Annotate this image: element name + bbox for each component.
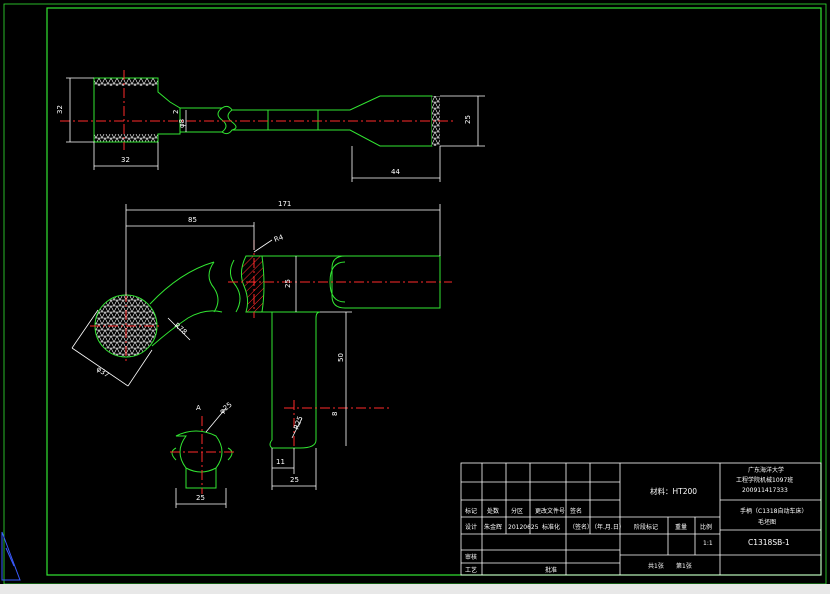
tb-scale: 比例 xyxy=(700,523,712,531)
tb-material: 材料：HT200 xyxy=(650,486,697,496)
dim-r78: R78 xyxy=(173,321,189,336)
section-lobe-left xyxy=(171,447,177,461)
top-left-head-outline xyxy=(93,77,181,143)
front-break-right xyxy=(230,259,241,313)
tb-zone: 分区 xyxy=(511,507,523,515)
section-lobe-right xyxy=(227,447,233,461)
dim-partial-length: 85 xyxy=(188,216,197,224)
tb-student-no: 200911417333 xyxy=(742,487,788,494)
tb-part-name: 手柄（C1318自动车床） xyxy=(740,507,807,515)
tb-drawing-type: 毛坯图 xyxy=(758,518,776,526)
tb-dept: 工程学院机械1097班 xyxy=(736,476,793,484)
tb-approve: 批准 xyxy=(545,566,557,574)
ucs-icon xyxy=(1,531,21,581)
dim-leader-r4 xyxy=(253,239,273,253)
dim-top-left-height: 32 xyxy=(56,105,64,114)
tb-change-no: 更改文件号 xyxy=(535,507,565,515)
dim-top-left-length: 32 xyxy=(121,156,130,164)
section-label: A xyxy=(196,404,201,412)
top-shank-break xyxy=(217,107,237,133)
section-outline xyxy=(175,430,223,489)
tb-process: 工艺 xyxy=(465,566,477,574)
tb-sign2: （签名） xyxy=(569,523,593,531)
dim-r25: R25 xyxy=(292,415,304,431)
tb-drawing-no: C1318SB-1 xyxy=(748,538,790,547)
tb-sheet: 第1张 xyxy=(676,562,692,570)
tb-design: 设计 xyxy=(465,523,477,531)
top-view: 32 32 φ8 2 25 44 xyxy=(56,70,485,182)
dim-phi37: φ37 xyxy=(95,365,111,379)
tb-ymd: （年.月.日） xyxy=(591,523,625,531)
dim-r4: R4 xyxy=(273,233,285,244)
dim-50: 50 xyxy=(337,353,345,362)
tb-weight: 重量 xyxy=(675,523,687,531)
outer-frame xyxy=(3,3,827,585)
dim-25b: 25 xyxy=(290,476,299,484)
dim-total-length: 171 xyxy=(278,200,291,208)
dim-shank-phi: φ8 xyxy=(178,119,186,128)
dim-25: 25 xyxy=(284,279,292,288)
tb-standardize: 标准化 xyxy=(542,523,560,531)
front-handle-upper xyxy=(149,261,215,305)
title-block: 标记 处数 分区 更改文件号 签名 设计 朱金辉 20120625 标准化 （签… xyxy=(460,462,822,576)
cad-drawing-canvas: 32 32 φ8 2 25 44 171 85 R4 25 R78 φ37 50… xyxy=(1,3,827,585)
dim-top-right-height: 25 xyxy=(464,115,472,124)
dim-ext xyxy=(71,309,99,349)
top-left-knurl-bottom xyxy=(94,134,158,142)
dim-phi25: φ25 xyxy=(218,401,234,416)
tb-review: 审核 xyxy=(465,553,477,561)
dim-shank-2: 2 xyxy=(172,110,180,114)
section-inner-arc xyxy=(185,467,217,473)
top-left-knurl-top xyxy=(94,78,158,86)
front-view: 171 85 R4 25 R78 φ37 50 8 R25 11 25 xyxy=(71,200,452,490)
dim-section-width: 25 xyxy=(196,494,205,502)
tb-sheets: 共1张 xyxy=(648,562,664,570)
status-bar xyxy=(0,584,830,594)
tb-date: 20120625 xyxy=(508,524,539,531)
front-section-hatch xyxy=(240,255,265,313)
dim-8: 8 xyxy=(331,412,339,416)
tb-stage-mark: 阶段标记 xyxy=(634,523,658,531)
tb-sign: 签名 xyxy=(570,507,582,515)
tb-school: 广东海洋大学 xyxy=(748,466,784,474)
dim-top-right-length: 44 xyxy=(391,168,400,176)
section-view: A φ25 25 xyxy=(170,401,236,508)
dim-11: 11 xyxy=(276,458,285,466)
front-break-left xyxy=(208,261,219,313)
tb-scale-val: 1:1 xyxy=(703,540,713,547)
tb-designer: 朱金辉 xyxy=(484,523,502,531)
tb-qty: 处数 xyxy=(487,507,499,515)
tb-mark: 标记 xyxy=(465,507,477,515)
